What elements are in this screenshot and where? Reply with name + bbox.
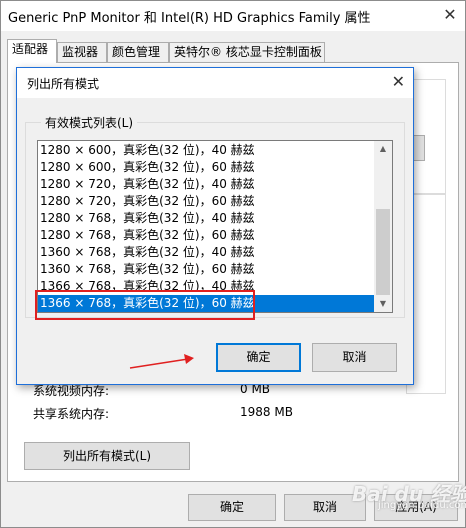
dialog-close-icon[interactable]: ✕ bbox=[392, 73, 405, 91]
mode-list-item[interactable]: 1280 × 720，真彩色(32 位)，40 赫兹 bbox=[38, 176, 374, 193]
scroll-down-icon[interactable]: ▼ bbox=[374, 296, 392, 312]
shared-system-memory-value: 1988 MB bbox=[240, 405, 293, 419]
scroll-up-icon[interactable]: ▲ bbox=[374, 141, 392, 157]
tab-adapter[interactable]: 适配器 bbox=[7, 39, 57, 63]
window-close-icon[interactable]: ✕ bbox=[441, 5, 459, 25]
mode-list-item[interactable]: 1360 × 768，真彩色(32 位)，40 赫兹 bbox=[38, 244, 374, 261]
tab-intel-graphics-control-panel[interactable]: 英特尔® 核芯显卡控制面板 bbox=[169, 42, 325, 62]
list-all-modes-dialog: 列出所有模式 ✕ 有效模式列表(L) 1280 × 600，真彩色(32 位)，… bbox=[16, 67, 414, 385]
dialog-cancel-button[interactable]: 取消 bbox=[312, 343, 397, 372]
scroll-thumb[interactable] bbox=[376, 209, 390, 295]
window-titlebar: Generic PnP Monitor 和 Intel(R) HD Graphi… bbox=[1, 1, 465, 31]
valid-modes-group-label: 有效模式列表(L) bbox=[41, 114, 138, 131]
mode-list-item[interactable]: 1280 × 600，真彩色(32 位)，40 赫兹 bbox=[38, 142, 374, 159]
modes-scrollbar[interactable]: ▲ ▼ bbox=[374, 141, 392, 312]
mode-list-item[interactable]: 1280 × 768，真彩色(32 位)，60 赫兹 bbox=[38, 227, 374, 244]
tab-monitor[interactable]: 监视器 bbox=[57, 42, 107, 62]
tab-color-management[interactable]: 颜色管理 bbox=[107, 42, 169, 62]
modes-listbox[interactable]: 1280 × 600，真彩色(32 位)，40 赫兹 1280 × 600，真彩… bbox=[37, 140, 393, 313]
window-title: Generic PnP Monitor 和 Intel(R) HD Graphi… bbox=[8, 11, 371, 26]
mode-list-item[interactable]: 1280 × 600，真彩色(32 位)，60 赫兹 bbox=[38, 159, 374, 176]
selected-mode-highlight-box bbox=[35, 290, 255, 320]
baidu-watermark-url: jingyan.baidu.com bbox=[378, 500, 466, 511]
dialog-ok-button[interactable]: 确定 bbox=[216, 343, 301, 372]
mode-list-item[interactable]: 1280 × 768，真彩色(32 位)，40 赫兹 bbox=[38, 210, 374, 227]
mode-list-item[interactable]: 1280 × 720，真彩色(32 位)，60 赫兹 bbox=[38, 193, 374, 210]
ok-button[interactable]: 确定 bbox=[188, 494, 276, 521]
shared-system-memory-label: 共享系统内存: bbox=[33, 407, 110, 421]
dialog-titlebar: 列出所有模式 ✕ bbox=[17, 68, 413, 98]
list-all-modes-button[interactable]: 列出所有模式(L) bbox=[24, 442, 190, 470]
mode-list-item[interactable]: 1360 × 768，真彩色(32 位)，60 赫兹 bbox=[38, 261, 374, 278]
red-arrow-icon bbox=[129, 354, 194, 369]
dialog-title: 列出所有模式 bbox=[27, 77, 100, 91]
